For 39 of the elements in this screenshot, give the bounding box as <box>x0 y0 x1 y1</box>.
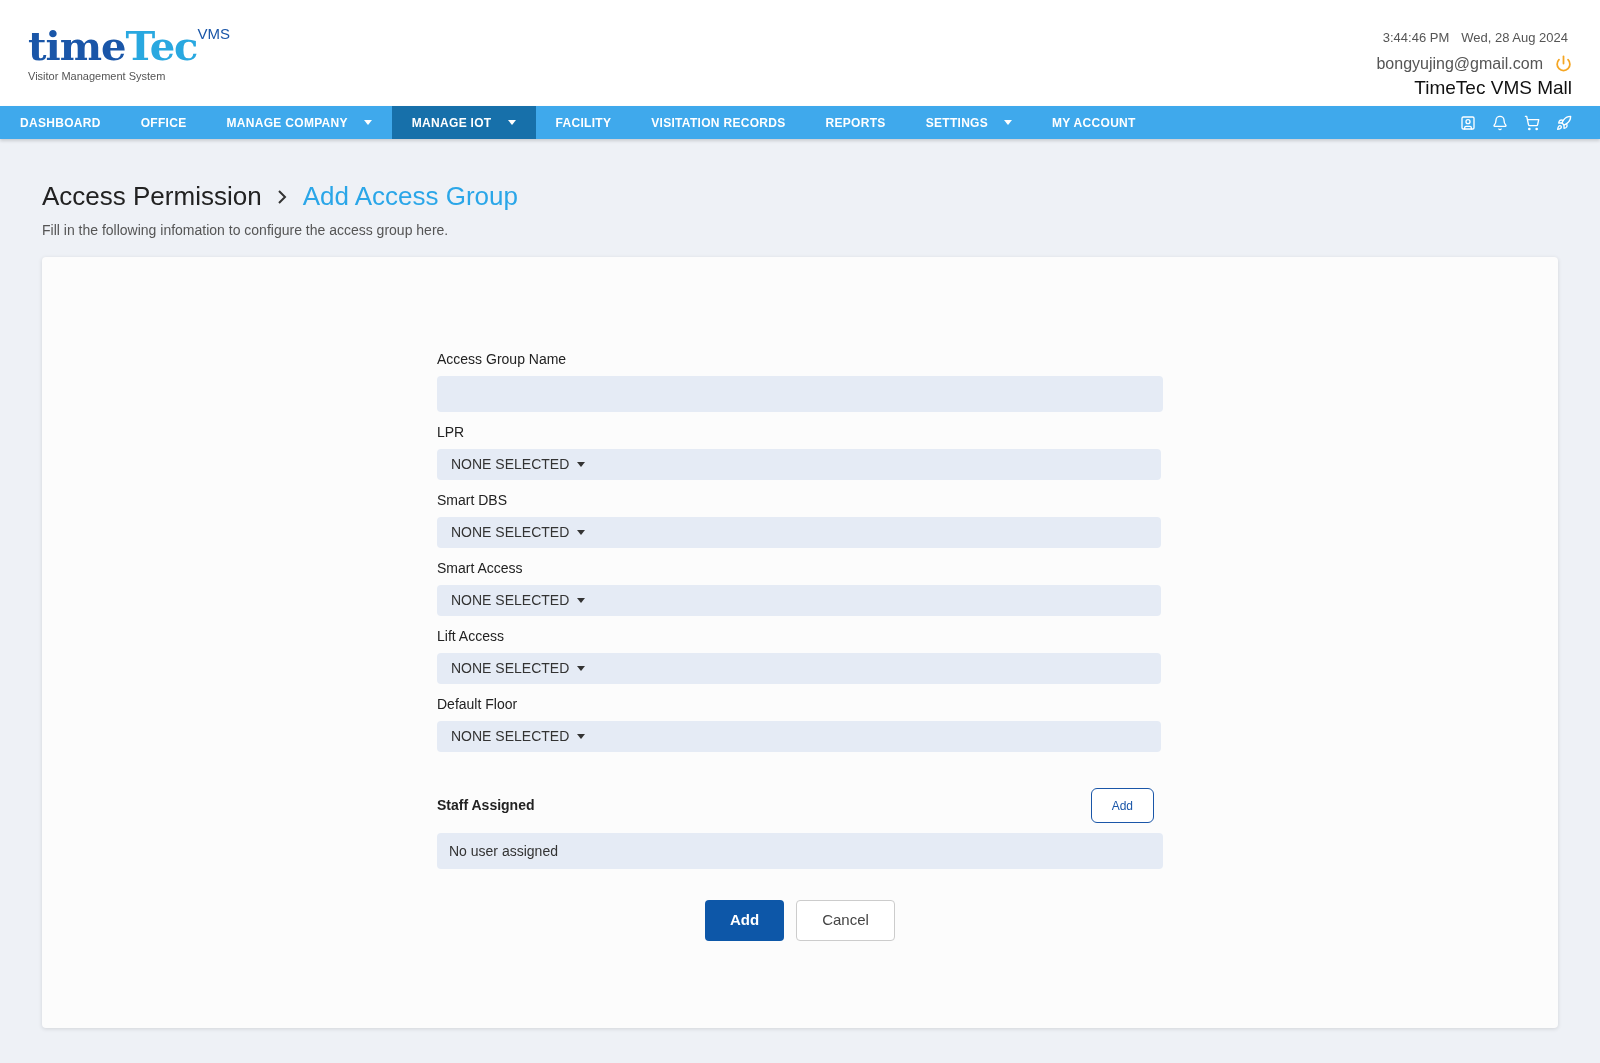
breadcrumb-parent[interactable]: Access Permission <box>42 177 262 216</box>
cart-icon[interactable] <box>1524 114 1540 131</box>
caret-icon <box>577 734 586 739</box>
add-button[interactable]: Add <box>705 900 784 941</box>
select-field[interactable]: NONE SELECTED <box>437 585 1161 616</box>
clock-time: 3:44:46 PM <box>1382 29 1450 47</box>
cancel-button[interactable]: Cancel <box>796 900 895 941</box>
field-label: Smart DBS <box>437 491 508 510</box>
select-field[interactable]: NONE SELECTED <box>437 449 1161 480</box>
user-email: bongyujing@gmail.com <box>1376 53 1543 74</box>
add-staff-button[interactable]: Add <box>1090 788 1154 823</box>
select-field[interactable]: NONE SELECTED <box>437 721 1161 752</box>
field-label: Lift Access <box>437 627 505 646</box>
clock-date: Wed, 28 Aug 2024 <box>1461 29 1568 47</box>
caret-icon <box>577 666 586 671</box>
logo-text: time <box>28 26 126 66</box>
field-label: Default Floor <box>437 695 519 714</box>
power-icon[interactable] <box>1555 55 1572 72</box>
select-field[interactable]: NONE SELECTED <box>437 517 1161 548</box>
nav-item[interactable]: MANAGE IOT <box>391 106 536 139</box>
contact-card-icon[interactable] <box>1460 114 1476 131</box>
section-title: Staff Assigned <box>437 796 535 815</box>
chevron-icon <box>277 189 287 204</box>
field-label: Smart Access <box>437 559 524 578</box>
logo-text: Tec <box>125 26 198 66</box>
field-label: Access Group Name <box>437 350 568 369</box>
logo-suffix: VMS <box>197 26 230 41</box>
page-title: Add Access Group <box>302 180 518 213</box>
company-name: TimeTec VMS Mall <box>1414 75 1572 100</box>
caret-icon <box>577 530 586 535</box>
caret-icon <box>577 462 586 467</box>
empty-staff-list: No user assigned <box>437 833 1163 869</box>
bell-icon[interactable] <box>1492 114 1508 131</box>
rocket-icon[interactable] <box>1556 114 1572 131</box>
logo-tagline: Visitor Management System <box>28 69 167 84</box>
caret-icon <box>577 598 586 603</box>
page-subtitle: Fill in the following infomation to configure the access group here. <box>42 221 450 240</box>
select-field[interactable]: NONE SELECTED <box>437 653 1161 684</box>
field-label: LPR <box>437 423 466 442</box>
